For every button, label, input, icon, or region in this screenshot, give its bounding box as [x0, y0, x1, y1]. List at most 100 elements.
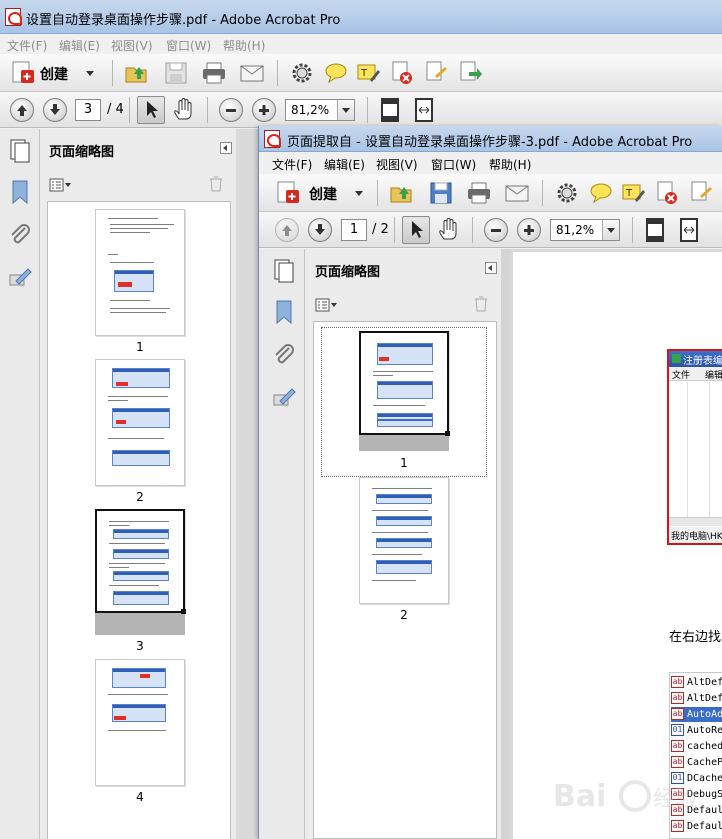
- page-thumbnail-2[interactable]: [95, 359, 185, 486]
- options-button[interactable]: [315, 297, 339, 313]
- secure-icon[interactable]: [654, 180, 680, 206]
- create-button[interactable]: 创建: [273, 179, 363, 207]
- registry-menu-edit: 编辑: [705, 371, 722, 381]
- menu-bar: 文件(F) 编辑(E) 视图(V) 窗口(W) 帮助(H): [0, 34, 722, 54]
- save-icon[interactable]: [163, 60, 189, 86]
- open-icon[interactable]: [389, 180, 415, 206]
- menu-edit[interactable]: 编辑(E): [59, 37, 100, 54]
- value-row: 01AutoRes: [671, 723, 722, 738]
- fit-page-icon[interactable]: [377, 97, 403, 123]
- attachment-icon[interactable]: [8, 223, 32, 247]
- fit-width-icon[interactable]: [676, 217, 702, 243]
- zoom-in-icon: [524, 225, 534, 235]
- next-page-icon: [50, 104, 60, 115]
- resize-handle[interactable]: [181, 609, 186, 614]
- splitter[interactable]: [236, 129, 258, 839]
- zoom-value: 81,2%: [291, 103, 330, 117]
- string-value-icon: ab: [671, 676, 684, 688]
- print-icon[interactable]: [466, 180, 492, 206]
- next-page-button[interactable]: [43, 98, 67, 122]
- menu-help[interactable]: 帮助(H): [223, 37, 265, 54]
- thumbnails-icon[interactable]: [271, 257, 297, 283]
- share-icon[interactable]: [457, 60, 483, 86]
- hand-tool-icon[interactable]: [436, 217, 462, 243]
- print-icon[interactable]: [201, 60, 227, 86]
- zoom-out-button[interactable]: [484, 218, 508, 242]
- menu-window[interactable]: 窗口(W): [166, 37, 211, 54]
- window-title: 页面提取自 - 设置自动登录桌面操作步骤-3.pdf - Adobe Acrob…: [287, 135, 693, 150]
- zoom-select[interactable]: 81,2%: [285, 99, 355, 121]
- registry-status-text: 我的电脑\HKEY_: [671, 532, 722, 542]
- collapse-panel-button[interactable]: [485, 262, 497, 274]
- page-thumbnail-3[interactable]: [95, 509, 185, 613]
- thumbnail-panel: 页面缩略图 1: [305, 249, 501, 839]
- menu-edit[interactable]: 编辑(E): [324, 156, 365, 173]
- chevron-down-icon[interactable]: [337, 100, 354, 120]
- gear-icon[interactable]: [289, 60, 315, 86]
- hand-tool-icon[interactable]: [171, 97, 197, 123]
- prev-page-button[interactable]: [10, 98, 34, 122]
- page-thumbnail-2[interactable]: [359, 477, 449, 604]
- splitter[interactable]: [501, 249, 509, 839]
- page-thumbnail-1[interactable]: [95, 209, 185, 336]
- menu-file[interactable]: 文件(F): [272, 156, 312, 173]
- value-row: abAltDefa: [671, 691, 722, 706]
- page-number-label: 1: [136, 340, 144, 354]
- zoom-in-button[interactable]: [252, 98, 276, 122]
- toolbar-separator: [394, 217, 395, 243]
- gear-icon[interactable]: [554, 180, 580, 206]
- comment-icon[interactable]: [588, 180, 614, 206]
- zoom-select[interactable]: 81,2%: [550, 219, 620, 241]
- prev-page-button[interactable]: [275, 218, 299, 242]
- bookmark-icon[interactable]: [273, 299, 295, 325]
- sign-icon[interactable]: [688, 180, 714, 206]
- save-icon[interactable]: [428, 180, 454, 206]
- highlight-icon[interactable]: T: [355, 60, 381, 86]
- value-row-selected: abAutoAdm: [671, 707, 722, 722]
- trash-icon[interactable]: [472, 295, 490, 313]
- resize-handle[interactable]: [445, 431, 450, 436]
- signature-icon[interactable]: [8, 265, 32, 289]
- select-tool-button[interactable]: [137, 96, 165, 124]
- sign-icon[interactable]: [423, 60, 449, 86]
- trash-icon[interactable]: [207, 175, 225, 193]
- panel-title: 页面缩略图: [49, 145, 115, 160]
- page-thumbnail-1[interactable]: [359, 331, 449, 435]
- options-button[interactable]: [49, 177, 73, 193]
- create-icon: [12, 61, 34, 83]
- signature-icon[interactable]: [272, 385, 296, 409]
- thumbnails-icon[interactable]: [7, 137, 33, 163]
- registry-icon: [672, 354, 681, 363]
- toolbar-separator: [632, 217, 633, 243]
- open-icon[interactable]: [124, 60, 150, 86]
- comment-icon[interactable]: [323, 60, 349, 86]
- menu-file[interactable]: 文件(F): [7, 37, 47, 54]
- thumbnail-list[interactable]: 1 2: [313, 321, 497, 839]
- create-button[interactable]: 创建: [8, 59, 98, 87]
- thumbnail-list[interactable]: 1 2: [47, 201, 231, 839]
- attachment-icon[interactable]: [272, 343, 296, 367]
- next-page-button[interactable]: [308, 218, 332, 242]
- menu-help[interactable]: 帮助(H): [489, 156, 531, 173]
- menu-window[interactable]: 窗口(W): [431, 156, 476, 173]
- zoom-in-button[interactable]: [517, 218, 541, 242]
- document-view[interactable]: 注册表编辑 文件 编辑 我的电脑\HKEY_ 在右边找 abAltDefa: [509, 249, 722, 839]
- email-icon[interactable]: [239, 60, 265, 86]
- bookmark-icon[interactable]: [9, 179, 31, 205]
- menu-view[interactable]: 视图(V): [376, 156, 418, 173]
- document-page: 注册表编辑 文件 编辑 我的电脑\HKEY_ 在右边找 abAltDefa: [513, 252, 722, 839]
- email-icon[interactable]: [504, 180, 530, 206]
- zoom-out-button[interactable]: [219, 98, 243, 122]
- secure-icon[interactable]: [389, 60, 415, 86]
- zoom-in-icon: [259, 105, 269, 115]
- page-number-input[interactable]: 1: [341, 219, 367, 241]
- chevron-down-icon[interactable]: [602, 220, 619, 240]
- menu-view[interactable]: 视图(V): [111, 37, 153, 54]
- page-number-input[interactable]: 3: [75, 99, 101, 121]
- fit-page-icon[interactable]: [642, 217, 668, 243]
- collapse-panel-button[interactable]: [220, 142, 232, 154]
- fit-width-icon[interactable]: [411, 97, 437, 123]
- highlight-icon[interactable]: T: [620, 180, 646, 206]
- select-tool-button[interactable]: [402, 216, 430, 244]
- page-thumbnail-4[interactable]: [95, 659, 185, 786]
